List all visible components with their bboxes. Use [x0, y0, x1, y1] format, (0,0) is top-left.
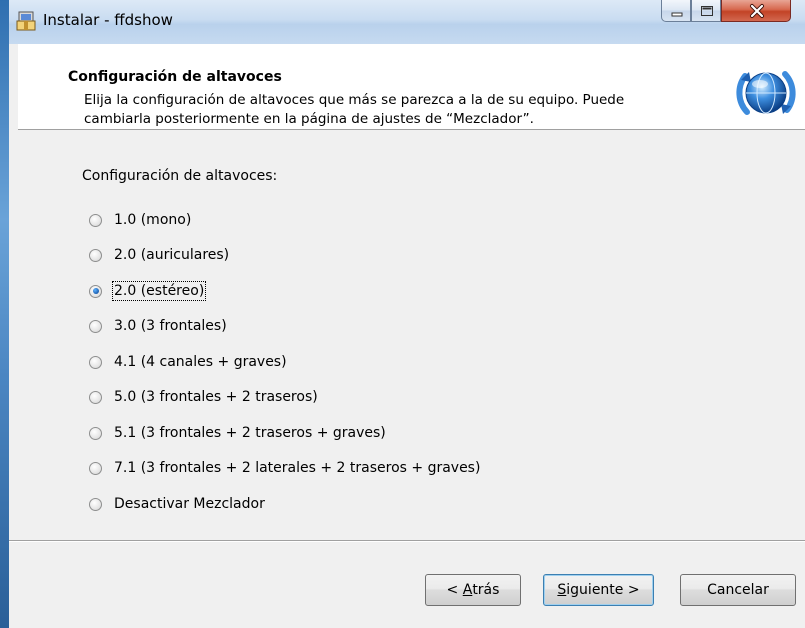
close-button[interactable] — [721, 0, 791, 22]
installer-icon — [16, 11, 36, 31]
window-title: Instalar - ffdshow — [43, 11, 173, 29]
cancel-button[interactable]: Cancelar — [680, 574, 796, 606]
maximize-button[interactable] — [691, 0, 721, 22]
radio-option-3-front[interactable]: 3.0 (3 frontales) — [89, 316, 227, 336]
page-title: Configuración de altavoces — [68, 69, 282, 85]
radio-option-disable-mixer[interactable]: Desactivar Mezclador — [89, 494, 265, 514]
close-icon — [750, 4, 764, 18]
page-description: Elija la configuración de altavoces que … — [84, 92, 625, 127]
radio-button[interactable] — [89, 426, 102, 440]
next-button-label: iguiente > — [566, 582, 640, 598]
radio-option-5-0[interactable]: 5.0 (3 frontales + 2 traseros) — [89, 387, 318, 407]
radio-label: 7.1 (3 frontales + 2 laterales + 2 trase… — [114, 460, 481, 476]
next-button[interactable]: Siguiente > — [543, 574, 654, 606]
radio-label: 5.0 (3 frontales + 2 traseros) — [114, 389, 318, 405]
radio-label: 1.0 (mono) — [114, 212, 192, 228]
radio-label: 4.1 (4 canales + graves) — [114, 354, 287, 370]
installer-window: Instalar - ffdshow Configuración de alta… — [9, 0, 805, 628]
radio-label: 2.0 (estéreo) — [111, 281, 207, 301]
radio-button-selected[interactable] — [89, 284, 102, 298]
radio-label: 3.0 (3 frontales) — [114, 318, 227, 334]
radio-label: 2.0 (auriculares) — [114, 247, 230, 263]
minimize-icon — [671, 12, 683, 17]
desktop-background — [0, 0, 9, 628]
radio-button[interactable] — [89, 355, 102, 369]
radio-option-4-1[interactable]: 4.1 (4 canales + graves) — [89, 352, 287, 372]
cancel-button-label: Cancelar — [707, 582, 769, 598]
radio-label: Desactivar Mezclador — [114, 496, 265, 512]
title-bar[interactable]: Instalar - ffdshow — [9, 0, 805, 44]
minimize-button[interactable] — [661, 0, 691, 22]
radio-button[interactable] — [89, 497, 102, 511]
radio-option-7-1[interactable]: 7.1 (3 frontales + 2 laterales + 2 trase… — [89, 458, 480, 478]
speaker-config-panel: Configuración de altavoces: 1.0 (mono) 2… — [9, 130, 805, 540]
speaker-group-label: Configuración de altavoces: — [82, 168, 278, 184]
radio-button[interactable] — [89, 390, 102, 404]
back-button-accel: A — [462, 582, 473, 598]
wizard-header: Configuración de altavoces Elija la conf… — [18, 44, 805, 130]
maximize-icon — [701, 6, 713, 16]
back-button-label: trás — [472, 582, 500, 598]
radio-option-5-1[interactable]: 5.1 (3 frontales + 2 traseros + graves) — [89, 423, 386, 443]
radio-option-stereo[interactable]: 2.0 (estéreo) — [89, 281, 207, 301]
back-button[interactable]: < Atrás — [425, 574, 521, 606]
radio-button[interactable] — [89, 319, 102, 333]
back-button-prefix: < — [446, 582, 463, 598]
radio-label: 5.1 (3 frontales + 2 traseros + graves) — [114, 425, 386, 441]
ffdshow-globe-icon — [736, 71, 796, 115]
next-button-accel: S — [557, 582, 567, 598]
footer-divider — [9, 540, 805, 542]
radio-button[interactable] — [89, 248, 102, 262]
radio-button[interactable] — [89, 461, 102, 475]
radio-option-mono[interactable]: 1.0 (mono) — [89, 210, 191, 230]
radio-button[interactable] — [89, 213, 102, 227]
radio-option-headphones[interactable]: 2.0 (auriculares) — [89, 245, 229, 265]
